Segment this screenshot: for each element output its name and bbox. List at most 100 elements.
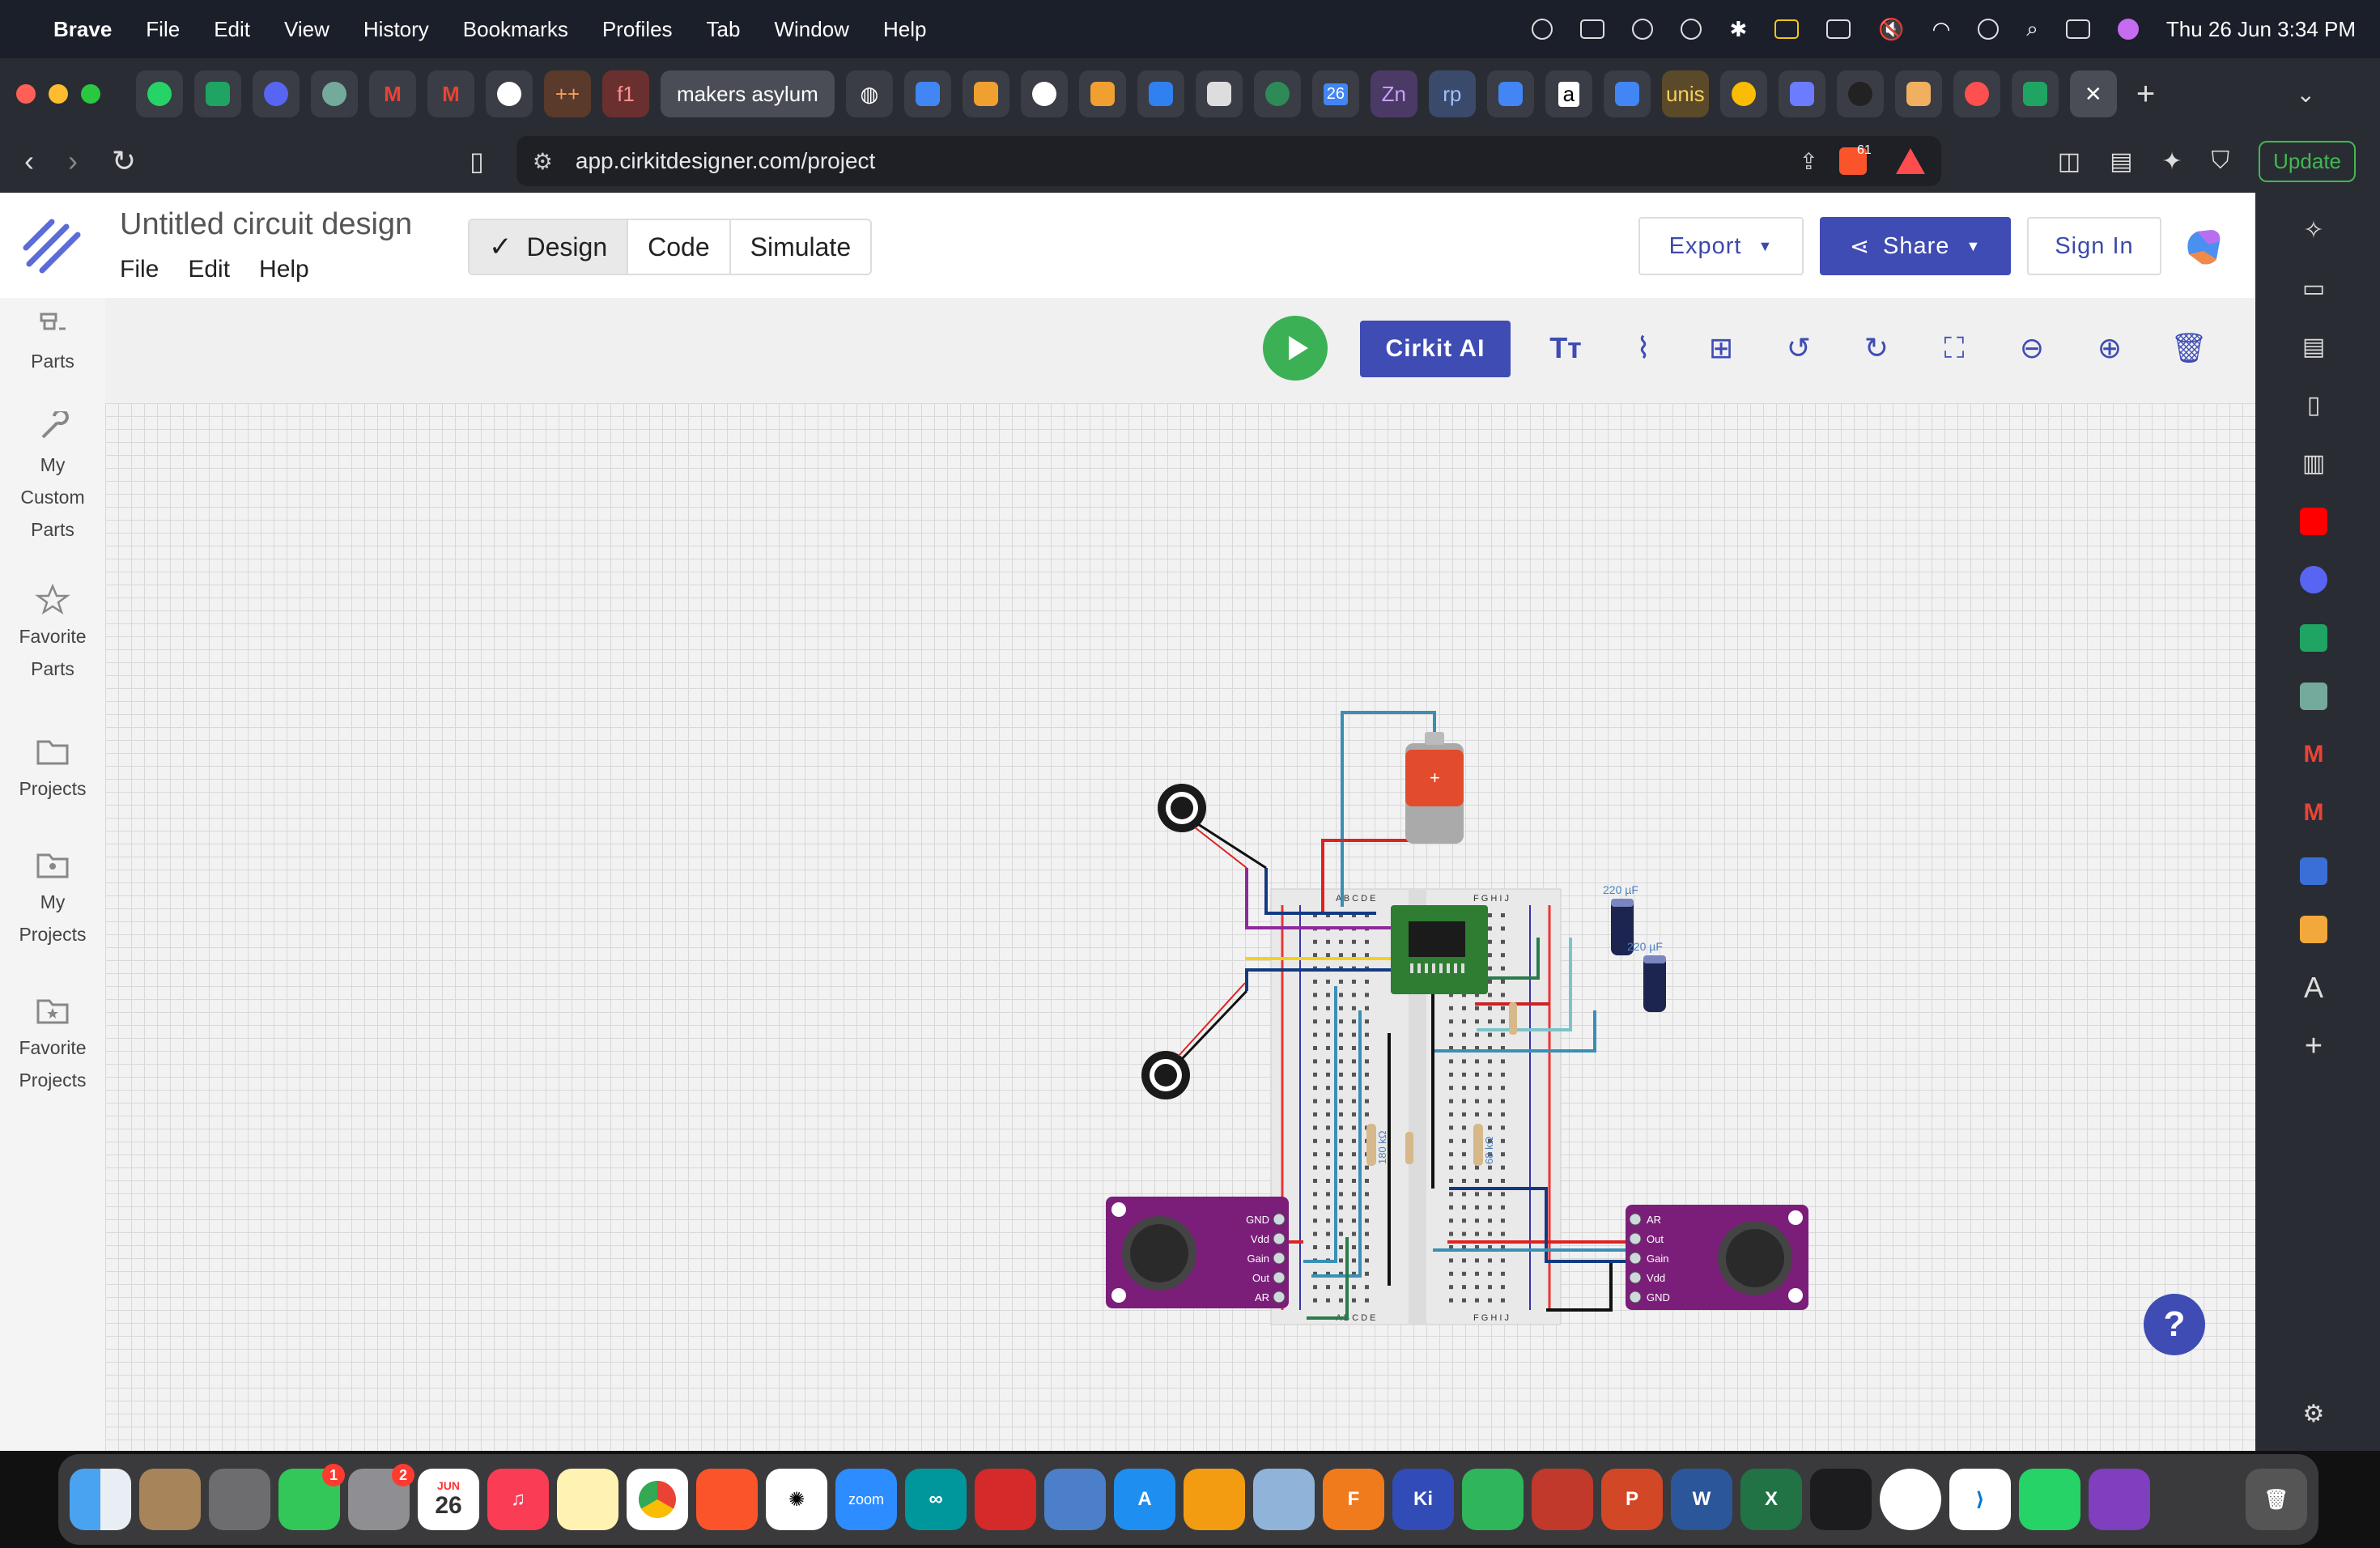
zoom-out-icon[interactable]: ⊖ — [2014, 330, 2050, 366]
app-store-icon[interactable]: A — [1114, 1469, 1175, 1530]
breadboard-hole[interactable] — [1352, 980, 1356, 984]
breadboard-hole[interactable] — [1501, 1072, 1505, 1077]
breadboard-hole[interactable] — [1365, 1179, 1369, 1183]
address-bar[interactable]: ⚙ app.cirkitdesigner.com/project ⇪ 61 — [516, 136, 1941, 186]
capacitor-2[interactable]: 220 µF — [1627, 940, 1666, 1012]
breadboard-hole[interactable] — [1501, 993, 1505, 997]
breadboard-hole[interactable] — [1501, 980, 1505, 984]
tab-docs-2[interactable] — [1486, 70, 1534, 117]
breadboard-hole[interactable] — [1339, 1112, 1343, 1116]
tab-simulate[interactable]: Simulate — [731, 220, 870, 274]
breadboard-hole[interactable] — [1488, 993, 1492, 997]
menubar-view[interactable]: View — [284, 17, 329, 42]
breadboard-hole[interactable] — [1326, 980, 1330, 984]
reading-list-icon[interactable]: ▭ — [2296, 270, 2331, 306]
breadboard-hole[interactable] — [1462, 1125, 1466, 1130]
breadboard-hole[interactable] — [1449, 1099, 1453, 1104]
breadboard-hole[interactable] — [1475, 1285, 1479, 1290]
breadboard-hole[interactable] — [1462, 1138, 1466, 1143]
breadboard-hole[interactable] — [1449, 1192, 1453, 1197]
menubar-window[interactable]: Window — [774, 17, 848, 42]
breadboard-hole[interactable] — [1488, 1179, 1492, 1183]
breadboard-hole[interactable] — [1449, 1165, 1453, 1170]
tab-close[interactable]: ✕ — [2069, 70, 2117, 117]
tab-github[interactable] — [486, 70, 533, 117]
wallet-sidebar-icon[interactable]: ▤ — [2296, 329, 2331, 364]
speaker-bottom[interactable] — [1141, 982, 1248, 1099]
menubar-app-name[interactable]: Brave — [53, 17, 112, 42]
breadboard-hole[interactable] — [1352, 993, 1356, 997]
breadboard-hole[interactable] — [1326, 1285, 1330, 1290]
tab-gmail-1[interactable]: M — [369, 70, 416, 117]
breadboard-hole[interactable] — [1326, 1298, 1330, 1303]
tab-unis[interactable]: unis — [1661, 70, 1709, 117]
amplifier-module[interactable] — [1391, 905, 1488, 994]
breadboard-hole[interactable] — [1501, 966, 1505, 971]
back-icon[interactable]: ‹ — [24, 144, 34, 178]
breadboard-hole[interactable] — [1313, 980, 1317, 984]
breadboard-hole[interactable] — [1475, 1231, 1479, 1236]
breadboard-hole[interactable] — [1326, 1006, 1330, 1010]
breadboard-hole[interactable] — [1326, 1192, 1330, 1197]
breadboard-hole[interactable] — [1352, 939, 1356, 944]
breadboard-hole[interactable] — [1488, 1072, 1492, 1077]
breadboard-hole[interactable] — [1488, 1218, 1492, 1223]
breadboard-hole[interactable] — [1488, 1059, 1492, 1064]
breadboard-hole[interactable] — [1352, 953, 1356, 958]
mic-pin[interactable] — [1629, 1252, 1642, 1265]
breadboard-hole[interactable] — [1313, 1218, 1317, 1223]
cirkit-ai-button[interactable]: Cirkit AI — [1360, 321, 1511, 377]
breadboard-hole[interactable] — [1352, 1298, 1356, 1303]
breadboard-hole[interactable] — [1365, 1086, 1369, 1091]
breadboard-hole[interactable] — [1339, 1218, 1343, 1223]
delete-icon[interactable]: 🗑 — [2170, 330, 2208, 366]
breadboard-hole[interactable] — [1313, 1112, 1317, 1116]
breadboard-hole[interactable] — [1501, 1231, 1505, 1236]
mute-icon[interactable]: 🔇 — [1878, 17, 1904, 42]
breadboard-hole[interactable] — [1326, 1165, 1330, 1170]
design-title[interactable]: Untitled circuit design — [120, 207, 412, 242]
breadboard-hole[interactable] — [1475, 1086, 1479, 1091]
breadboard-hole[interactable] — [1352, 1165, 1356, 1170]
breadboard-hole[interactable] — [1462, 1285, 1466, 1290]
cloud-icon[interactable] — [1532, 19, 1553, 40]
breadboard-hole[interactable] — [1488, 1019, 1492, 1024]
breadboard-hole[interactable] — [1449, 1179, 1453, 1183]
notes-icon[interactable] — [557, 1469, 618, 1530]
tab-globe[interactable]: ◍ — [845, 70, 893, 117]
trash-icon[interactable]: 🗑 — [2246, 1469, 2307, 1530]
breadboard-hole[interactable] — [1339, 980, 1343, 984]
breadboard-hole[interactable] — [1352, 1099, 1356, 1104]
classroom-sidebar-icon[interactable] — [2296, 912, 2331, 947]
tab-box-2[interactable] — [1078, 70, 1126, 117]
menubar-file[interactable]: File — [146, 17, 180, 42]
breadboard-hole[interactable] — [1313, 1086, 1317, 1091]
system-settings-icon[interactable]: 2 — [348, 1464, 414, 1530]
breadboard-hole[interactable] — [1488, 939, 1492, 944]
help-button[interactable]: ? — [2144, 1294, 2205, 1355]
sign-in-button[interactable]: Sign In — [2027, 217, 2161, 275]
breadboard-hole[interactable] — [1339, 1032, 1343, 1037]
breadboard-hole[interactable] — [1313, 953, 1317, 958]
breadboard-hole[interactable] — [1501, 1099, 1505, 1104]
bookmarks-sidebar-icon[interactable]: ▯ — [2296, 387, 2331, 423]
tab-b-app[interactable] — [1253, 70, 1301, 117]
zoom-icon[interactable]: zoom — [835, 1469, 897, 1530]
breadboard-hole[interactable] — [1475, 1218, 1479, 1223]
tab-dark[interactable] — [1836, 70, 1884, 117]
tab-docs-3[interactable] — [1603, 70, 1651, 117]
tab-amazon[interactable]: a — [1545, 70, 1592, 117]
breadboard-hole[interactable] — [1449, 1006, 1453, 1010]
breadboard-hole[interactable] — [1326, 993, 1330, 997]
breadboard-hole[interactable] — [1501, 1112, 1505, 1116]
breadboard-hole[interactable] — [1365, 1205, 1369, 1210]
update-button[interactable]: Update — [2259, 140, 2356, 182]
leo-icon[interactable]: ✧ — [2296, 212, 2331, 248]
breadboard-hole[interactable] — [1339, 1006, 1343, 1010]
calendar-icon[interactable]: JUN 26 — [418, 1469, 479, 1530]
breadboard-hole[interactable] — [1462, 1218, 1466, 1223]
breadboard-hole[interactable] — [1462, 1086, 1466, 1091]
display-icon[interactable] — [1826, 19, 1851, 39]
resistor-180k-body[interactable] — [1366, 1124, 1376, 1166]
breadboard-hole[interactable] — [1313, 1192, 1317, 1197]
